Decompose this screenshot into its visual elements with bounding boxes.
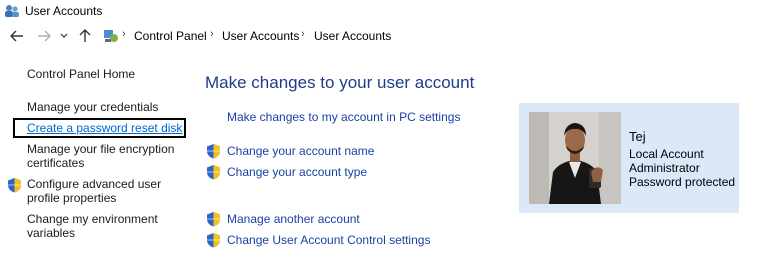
uac-shield-icon bbox=[207, 233, 220, 248]
title-bar: User Accounts bbox=[0, 0, 768, 22]
advanced-user-profile-link-line1[interactable]: Configure advanced user bbox=[27, 177, 161, 191]
breadcrumb-user-accounts[interactable]: User Accounts bbox=[222, 29, 299, 43]
file-encryption-link-line1[interactable]: Manage your file encryption bbox=[27, 142, 174, 156]
create-password-reset-disk-link[interactable]: Create a password reset disk bbox=[27, 121, 182, 135]
back-button[interactable] bbox=[8, 27, 26, 45]
page-heading: Make changes to your user account bbox=[205, 73, 475, 92]
users-icon bbox=[5, 5, 19, 17]
user-name: Tej bbox=[629, 129, 646, 144]
breadcrumb-control-panel[interactable]: Control Panel bbox=[134, 29, 207, 43]
uac-shield-icon bbox=[207, 144, 220, 159]
recent-locations-button[interactable] bbox=[58, 27, 70, 45]
user-photo bbox=[529, 112, 621, 204]
recent-dropdown-icon bbox=[60, 33, 68, 38]
account-type-label: Local Account bbox=[629, 147, 704, 161]
breadcrumb-separator: › bbox=[210, 28, 214, 40]
password-status-label: Password protected bbox=[629, 175, 736, 189]
uac-shield-icon bbox=[207, 165, 220, 180]
environment-variables-link-line2[interactable]: variables bbox=[27, 226, 75, 240]
file-encryption-link-line2[interactable]: certificates bbox=[27, 156, 84, 170]
avatar bbox=[529, 112, 621, 204]
uac-shield-icon bbox=[207, 212, 220, 227]
control-panel-icon bbox=[104, 30, 118, 42]
change-account-name-link[interactable]: Change your account name bbox=[227, 144, 374, 158]
manage-credentials-link[interactable]: Manage your credentials bbox=[27, 100, 158, 114]
environment-variables-link-line1[interactable]: Change my environment bbox=[27, 212, 158, 226]
breadcrumb-separator: › bbox=[122, 28, 126, 40]
up-button[interactable] bbox=[76, 27, 94, 45]
window-title: User Accounts bbox=[25, 4, 103, 18]
address-bar: › Control Panel › User Accounts › User A… bbox=[0, 24, 768, 48]
forward-button[interactable] bbox=[35, 27, 53, 45]
breadcrumb-separator: › bbox=[301, 28, 305, 40]
uac-settings-link[interactable]: Change User Account Control settings bbox=[227, 233, 430, 247]
advanced-user-profile-link-line2[interactable]: profile properties bbox=[27, 191, 116, 205]
manage-another-account-link[interactable]: Manage another account bbox=[227, 212, 360, 226]
breadcrumb-user-accounts-current[interactable]: User Accounts bbox=[314, 29, 391, 43]
back-arrow-icon bbox=[10, 30, 23, 42]
up-arrow-icon bbox=[79, 29, 91, 42]
pc-settings-link[interactable]: Make changes to my account in PC setting… bbox=[227, 110, 460, 124]
control-panel-home-link[interactable]: Control Panel Home bbox=[27, 67, 135, 81]
account-role-label: Administrator bbox=[629, 161, 700, 175]
uac-shield-icon bbox=[8, 178, 21, 193]
forward-arrow-icon bbox=[38, 30, 51, 42]
change-account-type-link[interactable]: Change your account type bbox=[227, 165, 367, 179]
